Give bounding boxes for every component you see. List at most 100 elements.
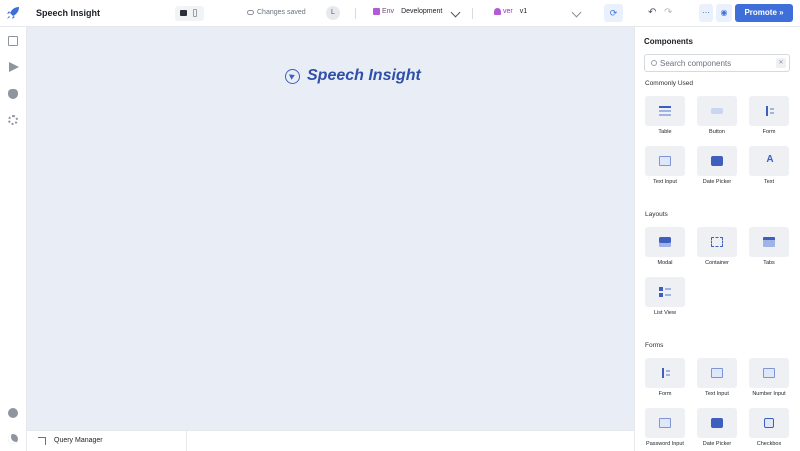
component-text-input[interactable]: [697, 358, 737, 388]
component-label: Password Input: [646, 441, 684, 447]
chevron-down-icon[interactable]: [571, 7, 582, 18]
canvas-brand[interactable]: Speech Insight: [285, 67, 421, 85]
checkbox-icon: [764, 418, 774, 428]
top-bar: Speech Insight Changes saved L Env Devel…: [0, 0, 800, 27]
component-label: Number Input: [752, 391, 786, 397]
components-panel: Components ✕ Commonly Used Table Button …: [634, 27, 800, 451]
pages-icon[interactable]: [8, 36, 18, 46]
component-table[interactable]: [645, 96, 685, 126]
divider: [186, 431, 187, 451]
text-icon: A: [766, 154, 774, 165]
environment-icon: [373, 8, 380, 15]
share-button[interactable]: ⋯: [699, 4, 713, 22]
component-text-input[interactable]: [645, 146, 685, 176]
rocket-icon[interactable]: [6, 6, 20, 20]
component-list-view[interactable]: [645, 277, 685, 307]
version-selector[interactable]: ver v1: [494, 8, 527, 15]
component-label: Text Input: [653, 179, 677, 185]
component-label: Text Input: [705, 391, 729, 397]
table-icon: [659, 106, 671, 116]
mobile-icon[interactable]: [193, 9, 197, 17]
component-container[interactable]: [697, 227, 737, 257]
app-builder: Speech Insight Changes saved L Env Devel…: [0, 0, 800, 451]
chevron-down-icon[interactable]: [450, 7, 461, 18]
expand-icon[interactable]: [38, 437, 46, 445]
left-sidebar: [0, 27, 27, 451]
component-label: List View: [654, 310, 676, 316]
environment-value: Development: [401, 8, 443, 15]
environment-selector[interactable]: Env Development: [373, 8, 442, 15]
desktop-icon[interactable]: [180, 10, 187, 16]
section-title-commonly-used: Commonly Used: [645, 80, 694, 87]
divider: [472, 8, 473, 19]
number-input-icon: [763, 368, 775, 378]
version-value: v1: [519, 8, 528, 15]
text-input-icon: [711, 368, 723, 378]
component-label: Modal: [657, 260, 673, 266]
list-view-icon: [659, 287, 671, 297]
component-date-picker[interactable]: [697, 408, 737, 438]
container-icon: [711, 237, 723, 247]
component-text[interactable]: A: [749, 146, 789, 176]
component-label: Checkbox: [756, 441, 782, 447]
save-status: Changes saved: [247, 9, 306, 16]
app-canvas[interactable]: Speech Insight: [27, 27, 634, 430]
component-checkbox[interactable]: [749, 408, 789, 438]
cloud-icon: [247, 9, 254, 15]
app-title[interactable]: Speech Insight: [36, 8, 100, 18]
chat-icon[interactable]: [8, 408, 18, 418]
version-icon: [494, 8, 501, 15]
search-input[interactable]: [660, 57, 770, 69]
brand-text: Speech Insight: [307, 67, 421, 84]
queries-icon[interactable]: [9, 62, 19, 72]
bottom-bar: Query Manager: [27, 430, 634, 451]
form-icon: [662, 368, 670, 378]
section-title-layouts: Layouts: [645, 211, 668, 218]
save-status-text: Changes saved: [257, 9, 306, 16]
settings-icon[interactable]: [8, 115, 18, 125]
component-button[interactable]: [697, 96, 737, 126]
component-password-input[interactable]: [645, 408, 685, 438]
component-form[interactable]: [645, 358, 685, 388]
theme-icon[interactable]: [8, 434, 18, 444]
modal-icon: [659, 237, 671, 247]
component-modal[interactable]: [645, 227, 685, 257]
environment-label: Env: [382, 8, 395, 15]
promote-button[interactable]: Promote »: [735, 4, 793, 22]
component-label: Date Picker: [702, 179, 732, 185]
component-form[interactable]: [749, 96, 789, 126]
component-label: Date Picker: [702, 441, 732, 447]
password-input-icon: [659, 418, 671, 428]
brand-logo-icon: [285, 68, 300, 84]
avatar[interactable]: L: [326, 6, 340, 20]
component-tabs[interactable]: [749, 227, 789, 257]
component-date-picker[interactable]: [697, 146, 737, 176]
sync-button[interactable]: ⟳: [604, 4, 623, 22]
query-manager-label[interactable]: Query Manager: [54, 437, 103, 444]
tabs-icon: [763, 237, 775, 247]
search-icon: [651, 60, 657, 66]
calendar-icon: [711, 156, 723, 166]
preview-button[interactable]: ◉: [716, 4, 732, 22]
button-icon: [711, 108, 723, 114]
layout-mode-toggle: [175, 6, 204, 21]
component-label: Button: [709, 129, 725, 135]
component-number-input[interactable]: [749, 358, 789, 388]
divider: [355, 8, 356, 19]
debugger-icon[interactable]: [8, 89, 18, 99]
component-label: Text: [763, 179, 775, 185]
text-input-icon: [659, 156, 671, 166]
component-label: Table: [658, 129, 672, 135]
form-icon: [766, 106, 774, 116]
component-label: Form: [658, 391, 672, 397]
undo-icon[interactable]: ↶: [648, 7, 656, 18]
panel-title: Components: [644, 37, 693, 46]
redo-icon[interactable]: ↷: [664, 7, 672, 18]
section-title-forms: Forms: [645, 342, 664, 349]
component-label: Form: [762, 129, 776, 135]
clear-icon[interactable]: ✕: [776, 58, 786, 68]
calendar-icon: [711, 418, 723, 428]
component-label: Tabs: [763, 260, 775, 266]
search-box[interactable]: ✕: [644, 54, 790, 72]
component-label: Container: [705, 260, 729, 266]
